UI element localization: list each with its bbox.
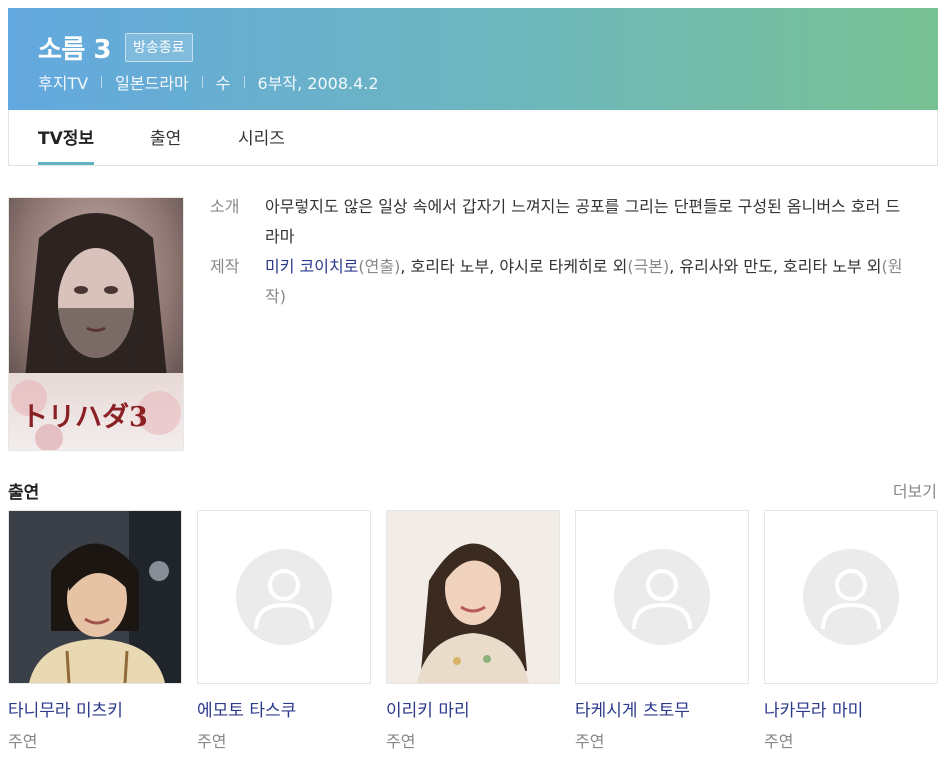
cast-card[interactable]: 이리키 마리 주연 bbox=[386, 510, 560, 752]
cast-photo-image bbox=[387, 511, 559, 683]
cast-photo-image bbox=[9, 511, 181, 683]
intro-text: 아무렇지도 않은 일상 속에서 갑자기 느껴지는 공포를 그리는 단편들로 구성… bbox=[265, 197, 901, 246]
cast-section-title: 출연 bbox=[8, 483, 40, 503]
meta-divider bbox=[201, 76, 203, 88]
production-label: 제작 bbox=[210, 257, 240, 276]
cast-photo-placeholder[interactable] bbox=[764, 510, 938, 684]
production-credits: 미키 코이치로(연출), 호리타 노부, 야시로 타케히로 외(극본), 유리사… bbox=[265, 252, 910, 312]
cast-role: 주연 bbox=[8, 732, 38, 751]
cast-role: 주연 bbox=[386, 732, 416, 751]
meta-episodes: 6부작, 2008.4.2 bbox=[257, 74, 379, 93]
tab-tv-info[interactable]: TV정보 bbox=[38, 110, 95, 165]
meta-day: 수 bbox=[215, 74, 231, 93]
cast-role: 주연 bbox=[764, 732, 794, 751]
writers-role: (극본) bbox=[627, 257, 670, 276]
person-placeholder-icon bbox=[803, 549, 899, 645]
meta-genre: 일본드라마 bbox=[115, 74, 189, 93]
cast-card[interactable]: 타니무라 미츠키 주연 bbox=[8, 510, 182, 752]
cast-card[interactable]: 나카무라 마미 주연 bbox=[764, 510, 938, 752]
cast-card[interactable]: 타케시게 츠토무 주연 bbox=[575, 510, 749, 752]
cast-role: 주연 bbox=[197, 732, 227, 751]
production-row: 제작 미키 코이치로(연출), 호리타 노부, 야시로 타케히로 외(극본), … bbox=[210, 252, 910, 312]
director-link[interactable]: 미키 코이치로 bbox=[265, 257, 358, 276]
person-placeholder-icon bbox=[614, 549, 710, 645]
poster-image[interactable]: トリハダ3 bbox=[8, 197, 184, 451]
cast-photo-placeholder[interactable] bbox=[575, 510, 749, 684]
cast-name[interactable]: 타니무라 미츠키 bbox=[8, 696, 182, 721]
cast-name[interactable]: 에모토 타스쿠 bbox=[197, 696, 371, 721]
cast-card[interactable]: 에모토 타스쿠 주연 bbox=[197, 510, 371, 752]
cast-name[interactable]: 이리키 마리 bbox=[386, 696, 560, 721]
cast-photo[interactable] bbox=[386, 510, 560, 684]
more-link[interactable]: 더보기 bbox=[893, 478, 937, 502]
tab-bar: TV정보 출연 시리즈 bbox=[8, 110, 938, 166]
intro-label: 소개 bbox=[210, 197, 240, 216]
program-header: 소름 3 방송종료 후지TV 일본드라마 수 6부작, 2008.4.2 bbox=[8, 8, 938, 110]
writers-text: , 호리타 노부, 야시로 타케히로 외 bbox=[400, 257, 628, 276]
cast-photo[interactable] bbox=[8, 510, 182, 684]
program-info: 소개 아무렇지도 않은 일상 속에서 갑자기 느껴지는 공포를 그리는 단편들로… bbox=[210, 192, 910, 312]
program-title: 소름 3 bbox=[38, 35, 111, 65]
poster-logo-text: トリハダ3 bbox=[21, 401, 148, 433]
person-placeholder-icon bbox=[236, 549, 332, 645]
meta-divider bbox=[243, 76, 245, 88]
meta-divider bbox=[101, 76, 103, 88]
original-text: , 유리사와 만도, 호리타 노부 외 bbox=[669, 257, 882, 276]
intro-row: 소개 아무렇지도 않은 일상 속에서 갑자기 느껴지는 공포를 그리는 단편들로… bbox=[210, 192, 910, 252]
tab-series[interactable]: 시리즈 bbox=[238, 110, 285, 165]
director-role: (연출) bbox=[358, 257, 401, 276]
cast-name[interactable]: 타케시게 츠토무 bbox=[575, 696, 749, 721]
program-meta: 후지TV 일본드라마 수 6부작, 2008.4.2 bbox=[38, 70, 379, 94]
cast-photo-placeholder[interactable] bbox=[197, 510, 371, 684]
poster-artwork: トリハダ3 bbox=[9, 198, 183, 450]
title-row: 소름 3 방송종료 bbox=[38, 29, 193, 66]
status-badge: 방송종료 bbox=[124, 33, 193, 62]
cast-name[interactable]: 나카무라 마미 bbox=[764, 696, 938, 721]
tab-cast[interactable]: 출연 bbox=[150, 110, 181, 165]
meta-channel: 후지TV bbox=[38, 74, 89, 93]
cast-role: 주연 bbox=[575, 732, 605, 751]
